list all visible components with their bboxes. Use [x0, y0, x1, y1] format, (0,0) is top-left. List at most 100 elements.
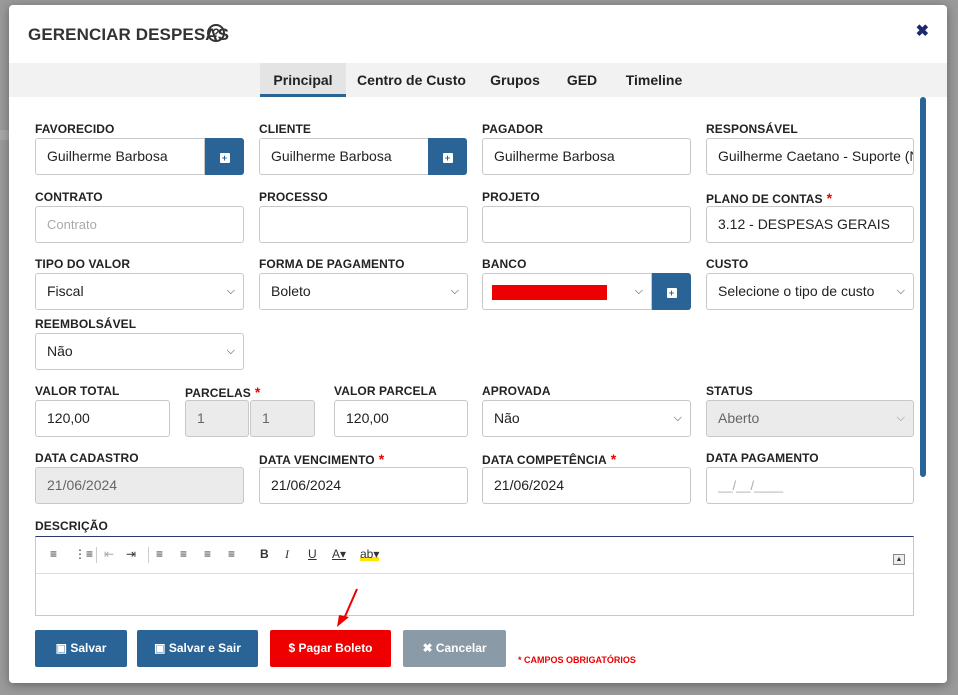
- tipo-valor-label: TIPO DO VALOR: [35, 257, 131, 271]
- help-icon[interactable]: ?: [207, 24, 225, 42]
- reembolsavel-label: REEMBOLSÁVEL: [35, 317, 137, 331]
- reembolsavel-value: Não: [47, 343, 73, 359]
- cliente-input[interactable]: Guilherme Barbosa: [259, 138, 429, 175]
- font-color-icon[interactable]: A▾: [332, 547, 346, 561]
- responsavel-label: RESPONSÁVEL: [706, 122, 798, 136]
- tab-centro-de-custo[interactable]: Centro de Custo: [354, 63, 469, 97]
- data-competencia-label: DATA COMPETÊNCIA *: [482, 451, 616, 467]
- data-vencimento-input[interactable]: 21/06/2024: [259, 467, 468, 504]
- required-marker: *: [254, 384, 261, 400]
- custo-value: Selecione o tipo de custo: [718, 283, 875, 299]
- data-competencia-label-text: DATA COMPETÊNCIA: [482, 453, 607, 467]
- status-value: Aberto: [718, 410, 760, 426]
- data-competencia-input[interactable]: 21/06/2024: [482, 467, 691, 504]
- save-and-exit-button-label: Salvar e Sair: [168, 641, 241, 655]
- tabs-bar: Principal Centro de Custo Grupos GED Tim…: [9, 63, 947, 97]
- add-banco-button[interactable]: +: [652, 273, 691, 310]
- custo-select[interactable]: Selecione o tipo de custo ⌵: [706, 273, 914, 310]
- align-center-icon[interactable]: ≡: [180, 547, 187, 561]
- banco-label: BANCO: [482, 257, 527, 271]
- save-button-label: Salvar: [70, 641, 107, 655]
- status-label: STATUS: [706, 384, 753, 398]
- cliente-label: CLIENTE: [259, 122, 312, 136]
- processo-label: PROCESSO: [259, 190, 328, 204]
- valor-total-input[interactable]: 120,00: [35, 400, 170, 437]
- projeto-label: PROJETO: [482, 190, 540, 204]
- add-favorecido-button[interactable]: +: [205, 138, 244, 175]
- required-marker: *: [610, 451, 617, 467]
- plus-icon: +: [666, 288, 677, 298]
- align-left-icon[interactable]: ≡: [156, 547, 163, 561]
- aprovada-label: APROVADA: [482, 384, 551, 398]
- unordered-list-icon[interactable]: ⋮≡: [74, 547, 93, 561]
- pay-boleto-button[interactable]: $ Pagar Boleto: [270, 630, 391, 667]
- tab-timeline[interactable]: Timeline: [621, 63, 687, 97]
- plus-icon: +: [219, 153, 230, 163]
- required-fields-note: * CAMPOS OBRIGATÓRIOS: [518, 655, 636, 665]
- contrato-input[interactable]: Contrato: [35, 206, 244, 243]
- valor-parcela-input[interactable]: 120,00: [334, 400, 468, 437]
- bold-icon[interactable]: B: [260, 547, 269, 561]
- italic-icon[interactable]: I: [285, 547, 289, 562]
- tab-grupos[interactable]: Grupos: [485, 63, 545, 97]
- outdent-icon[interactable]: ⇤: [104, 547, 114, 561]
- responsavel-input[interactable]: Guilherme Caetano - Suporte (N: [706, 138, 914, 175]
- manage-expenses-modal: GERENCIAR DESPESAS ? ✖ Principal Centro …: [9, 5, 947, 683]
- parcelas-label: PARCELAS *: [185, 384, 260, 400]
- parcelas-label-text: PARCELAS: [185, 386, 251, 400]
- plus-icon: +: [442, 153, 453, 163]
- collapse-toolbar-icon[interactable]: ▲: [893, 554, 905, 565]
- modal-header: GERENCIAR DESPESAS ? ✖: [9, 5, 947, 63]
- processo-input[interactable]: [259, 206, 468, 243]
- pay-boleto-button-label: Pagar Boleto: [298, 641, 373, 655]
- tab-principal[interactable]: Principal: [260, 63, 346, 97]
- cancel-button[interactable]: ✖ Cancelar: [403, 630, 506, 667]
- highlight-icon[interactable]: ab▾: [360, 547, 380, 561]
- floppy-icon: ▣: [154, 641, 166, 655]
- indent-icon[interactable]: ⇥: [126, 547, 136, 561]
- close-icon[interactable]: ✖: [916, 21, 929, 41]
- description-editor[interactable]: ≡ ⋮≡ ⇤ ⇥ ≡ ≡ ≡ ≡ B I U A▾ ab▾ ▲: [35, 536, 914, 616]
- favorecido-input[interactable]: Guilherme Barbosa: [35, 138, 205, 175]
- save-button[interactable]: ▣ Salvar: [35, 630, 127, 667]
- status-select: Aberto ⌵: [706, 400, 914, 437]
- banco-select[interactable]: ⌵: [482, 273, 652, 310]
- valor-parcela-label: VALOR PARCELA: [334, 384, 437, 398]
- parcelas-input-2: 1: [250, 400, 315, 437]
- tab-ged[interactable]: GED: [562, 63, 602, 97]
- data-pagamento-input[interactable]: __/__/____: [706, 467, 914, 504]
- required-marker: *: [826, 190, 833, 206]
- modal-footer: ▣ Salvar ▣ Salvar e Sair $ Pagar Boleto …: [9, 617, 947, 683]
- add-cliente-button[interactable]: +: [428, 138, 467, 175]
- data-cadastro-input: 21/06/2024: [35, 467, 244, 504]
- dollar-icon: $: [288, 641, 296, 655]
- underline-icon[interactable]: U: [308, 547, 317, 561]
- projeto-input[interactable]: [482, 206, 691, 243]
- valor-total-label: VALOR TOTAL: [35, 384, 120, 398]
- toolbar-separator: [148, 547, 149, 563]
- favorecido-label: FAVORECIDO: [35, 122, 115, 136]
- scrollbar[interactable]: [920, 97, 926, 477]
- background-strip: [0, 130, 9, 140]
- tipo-valor-select[interactable]: Fiscal ⌵: [35, 273, 244, 310]
- plano-contas-input[interactable]: 3.12 - DESPESAS GERAIS: [706, 206, 914, 243]
- save-and-exit-button[interactable]: ▣ Salvar e Sair: [137, 630, 258, 667]
- reembolsavel-select[interactable]: Não ⌵: [35, 333, 244, 370]
- parcelas-input-1: 1: [185, 400, 249, 437]
- plano-contas-label: PLANO DE CONTAS *: [706, 190, 832, 206]
- aprovada-value: Não: [494, 410, 520, 426]
- aprovada-select[interactable]: Não ⌵: [482, 400, 691, 437]
- editor-toolbar: ≡ ⋮≡ ⇤ ⇥ ≡ ≡ ≡ ≡ B I U A▾ ab▾ ▲: [36, 537, 913, 574]
- pagador-input[interactable]: Guilherme Barbosa: [482, 138, 691, 175]
- floppy-icon: ▣: [55, 641, 67, 655]
- descricao-label: DESCRIÇÃO: [35, 519, 108, 533]
- redacted-bank-bar: [492, 285, 607, 300]
- align-justify-icon[interactable]: ≡: [228, 547, 235, 561]
- chevron-down-icon: ⌵: [450, 285, 459, 297]
- align-right-icon[interactable]: ≡: [204, 547, 211, 561]
- cancel-button-label: Cancelar: [435, 641, 487, 655]
- tipo-valor-value: Fiscal: [47, 283, 84, 299]
- forma-pagamento-label: FORMA DE PAGAMENTO: [259, 257, 405, 271]
- forma-pagamento-select[interactable]: Boleto ⌵: [259, 273, 468, 310]
- ordered-list-icon[interactable]: ≡: [50, 547, 57, 561]
